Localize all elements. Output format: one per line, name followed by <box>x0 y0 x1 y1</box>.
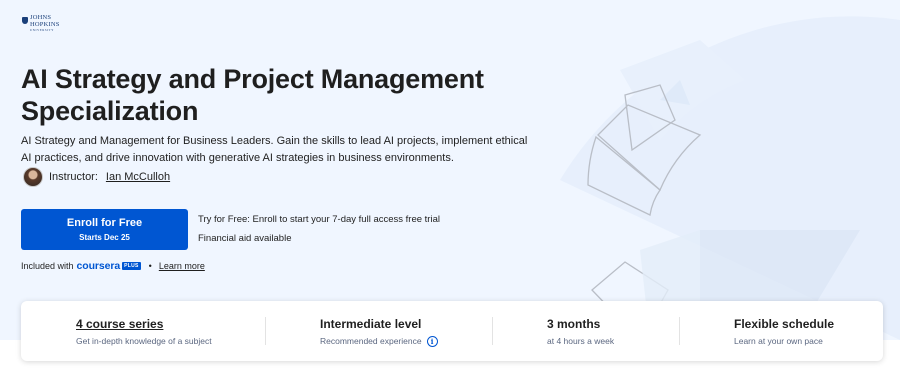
logo-line-3: UNIVERSITY <box>30 28 54 32</box>
stat-divider <box>265 317 266 345</box>
plus-badge: PLUS <box>122 262 141 270</box>
free-trial-text: Try for Free: Enroll to start your 7-day… <box>198 214 440 225</box>
included-with-plus: Included with coursera PLUS • Learn more <box>21 260 205 272</box>
enroll-start-date: Starts Dec 25 <box>79 232 130 242</box>
instructor-name-link[interactable]: Ian McCulloh <box>106 171 170 183</box>
enroll-button[interactable]: Enroll for Free Starts Dec 25 <box>21 209 188 250</box>
course-title: AI Strategy and Project Management Speci… <box>21 64 484 126</box>
financial-aid-text: Financial aid available <box>198 233 292 244</box>
stat-level: Intermediate level Recommended experienc… <box>320 317 438 347</box>
instructor-row: Instructor: Ian McCulloh <box>23 167 170 187</box>
stat-course-series: 4 course series Get in-depth knowledge o… <box>76 317 212 347</box>
instructor-avatar[interactable] <box>23 167 43 187</box>
course-description: AI Strategy and Management for Business … <box>21 135 528 164</box>
stat-subtitle: Learn at your own pace <box>734 336 823 346</box>
stat-title: Flexible schedule <box>734 317 835 331</box>
stat-subtitle: at 4 hours a week <box>547 336 615 346</box>
logo-wordmark: JOHNS HOPKINS UNIVERSITY <box>30 14 60 32</box>
info-circle-icon[interactable]: i <box>426 336 438 347</box>
shield-icon <box>22 17 28 24</box>
stat-schedule: Flexible schedule Learn at your own pace <box>734 317 834 347</box>
stat-divider <box>492 317 493 345</box>
enroll-button-label: Enroll for Free <box>66 216 143 229</box>
learn-more-link[interactable]: Learn more <box>159 261 205 271</box>
stat-divider <box>679 317 680 345</box>
stat-title: Intermediate level <box>320 317 422 331</box>
stat-subtitle-row: Recommended experience i <box>320 336 438 347</box>
bullet-separator: • <box>148 261 152 271</box>
course-stats-card: 4 course series Get in-depth knowledge o… <box>21 301 883 361</box>
stat-duration: 3 months at 4 hours a week <box>547 317 614 347</box>
course-series-link[interactable]: 4 course series <box>76 317 212 332</box>
instructor-label: Instructor: <box>49 171 98 183</box>
stat-subtitle: Get in-depth knowledge of a subject <box>76 336 212 346</box>
stat-title: 3 months <box>547 317 601 331</box>
coursera-logo: coursera <box>76 260 121 272</box>
johns-hopkins-logo[interactable]: JOHNS HOPKINS UNIVERSITY <box>22 14 62 37</box>
included-prefix: Included with <box>21 261 74 271</box>
stat-subtitle: Recommended experience <box>320 336 422 346</box>
